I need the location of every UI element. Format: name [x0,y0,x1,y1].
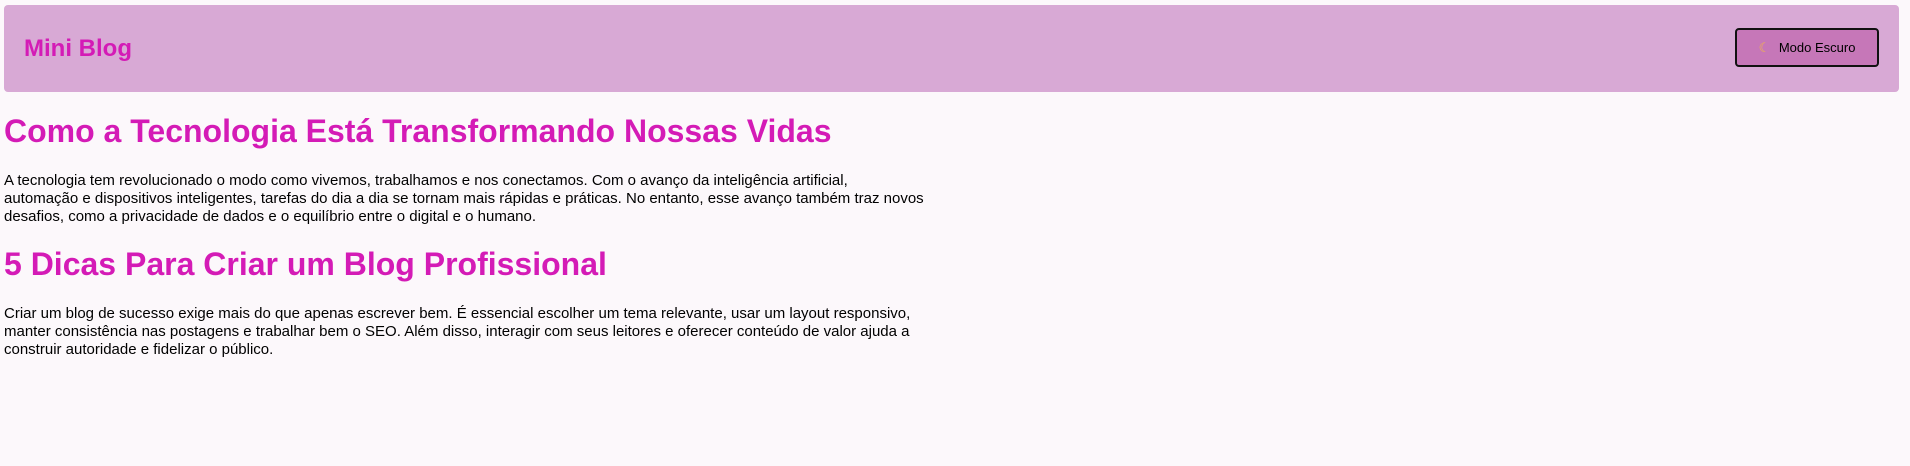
post-body: Criar um blog de sucesso exige mais do q… [4,305,911,358]
site-title: Mini Blog [24,35,132,62]
post-body: A tecnologia tem revolucionado o modo co… [4,172,924,225]
dark-mode-toggle-button[interactable]: ☾ Modo Escuro [1735,28,1879,67]
site-header: Mini Blog ☾ Modo Escuro [4,5,1899,92]
blog-post: 5 Dicas Para Criar um Blog Profissional … [4,245,984,359]
post-title: 5 Dicas Para Criar um Blog Profissional [4,246,607,282]
post-title: Como a Tecnologia Está Transformando Nos… [4,113,832,149]
dark-mode-label: Modo Escuro [1778,40,1856,55]
blog-post: Como a Tecnologia Está Transformando Nos… [4,112,984,226]
moon-icon: ☾ [1758,40,1771,55]
